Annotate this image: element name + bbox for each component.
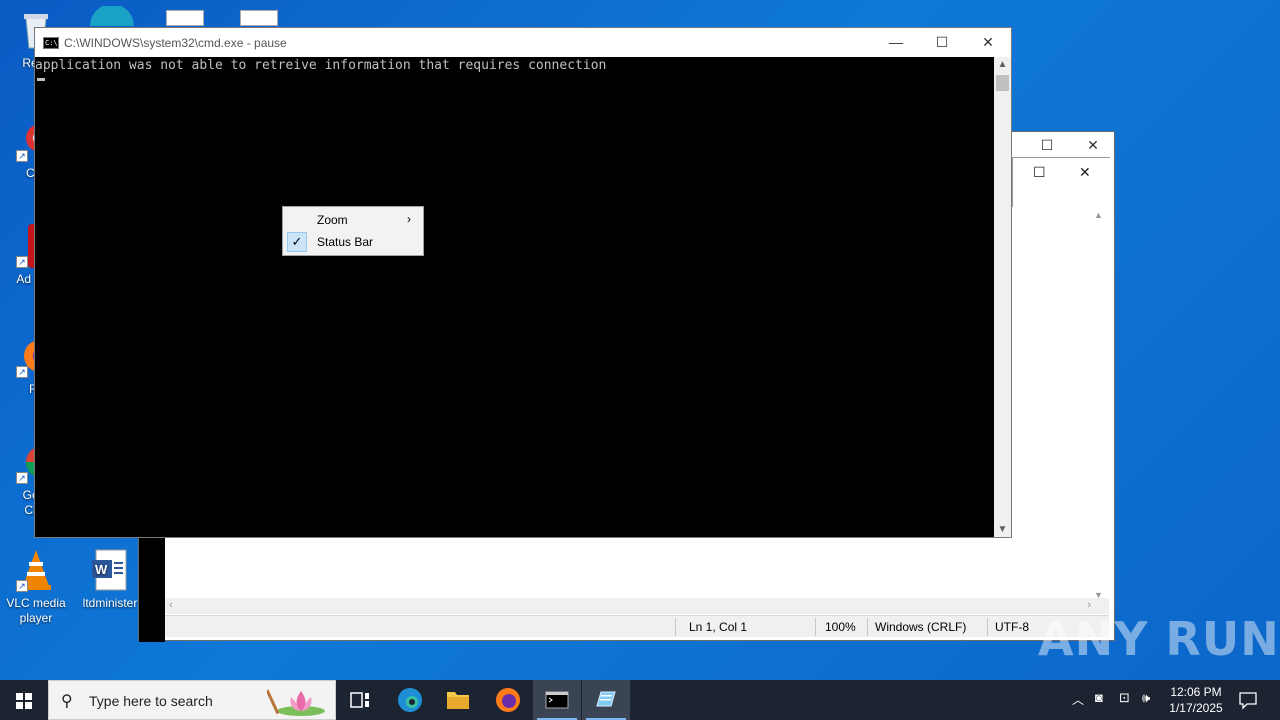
maximize-icon[interactable]: ☐ xyxy=(1037,136,1057,154)
firefox-icon xyxy=(496,688,520,712)
search-highlight-lotus-icon xyxy=(267,689,325,716)
scroll-thumb[interactable] xyxy=(996,75,1009,91)
console-output[interactable]: application was not able to retreive inf… xyxy=(35,57,995,537)
notepad-vertical-scrollbar[interactable]: ▲ ▼ xyxy=(1092,210,1106,600)
edge-desktop-icon-partial[interactable] xyxy=(88,4,136,26)
tray-meet-now[interactable]: ◙ xyxy=(1092,680,1112,720)
network-icon: ⊡ xyxy=(1119,690,1130,705)
taskbar: ⚲ Type here to search ︿ ◙ ⊡ 🕪 12:06 PM 1… xyxy=(0,680,1280,720)
close-icon[interactable]: ✕ xyxy=(1079,164,1091,181)
cmd-title: C:\WINDOWS\system32\cmd.exe - pause xyxy=(64,36,287,50)
scroll-down-icon[interactable]: ▼ xyxy=(994,524,1011,535)
desktop-icon-vlc[interactable]: ↗ VLC media player xyxy=(2,548,70,626)
status-separator xyxy=(987,618,988,636)
status-separator xyxy=(867,618,868,636)
taskbar-file-explorer[interactable] xyxy=(434,680,482,720)
menu-item-label: Zoom xyxy=(317,213,348,227)
notepad-icon xyxy=(596,691,616,707)
clock-date: 1/17/2025 xyxy=(1169,701,1223,715)
menu-item-status-bar[interactable]: ✓ Status Bar xyxy=(285,231,421,253)
chevron-up-icon: ︿ xyxy=(1072,693,1085,707)
search-placeholder: Type here to search xyxy=(89,693,213,709)
show-hidden-icons-button[interactable]: ︿ xyxy=(1068,680,1088,720)
menu-item-zoom[interactable]: Zoom › xyxy=(285,209,421,231)
submenu-arrow-icon: › xyxy=(407,212,411,226)
scroll-right-icon[interactable]: › xyxy=(1087,599,1091,611)
folder-icon xyxy=(447,692,469,709)
menu-item-label: Status Bar xyxy=(317,235,374,249)
notepad-status-bar: Ln 1, Col 1 100% Windows (CRLF) UTF-8 xyxy=(165,615,1109,637)
maximize-button[interactable]: ☐ xyxy=(919,28,965,57)
notepad-inner-frame: ☐ ✕ xyxy=(1012,157,1110,207)
task-view-icon xyxy=(350,692,369,708)
start-button[interactable] xyxy=(0,680,48,720)
close-icon[interactable]: ✕ xyxy=(1083,136,1103,154)
taskbar-clock[interactable]: 12:06 PM 1/17/2025 xyxy=(1160,684,1232,716)
status-encoding: UTF-8 xyxy=(995,620,1029,634)
clock-time: 12:06 PM xyxy=(1170,685,1222,699)
taskbar-firefox[interactable] xyxy=(484,680,532,720)
scroll-left-icon[interactable]: ‹ xyxy=(169,599,173,611)
svg-text:W: W xyxy=(95,562,108,577)
anyrun-watermark: ANY RUN xyxy=(1038,612,1280,666)
close-button[interactable]: ✕ xyxy=(965,28,1011,57)
context-menu: Zoom › ✓ Status Bar xyxy=(282,206,424,256)
status-separator xyxy=(815,618,816,636)
shortcut-arrow-icon: ↗ xyxy=(16,472,28,484)
notepad-horizontal-scrollbar[interactable]: ‹ › xyxy=(165,598,1109,614)
camera-icon: ◙ xyxy=(1095,690,1103,705)
scroll-up-icon[interactable]: ▲ xyxy=(1094,210,1103,220)
status-position: Ln 1, Col 1 xyxy=(689,620,748,634)
tray-volume[interactable]: 🕪 xyxy=(1140,680,1160,720)
shortcut-arrow-icon: ↗ xyxy=(16,150,28,162)
notification-icon xyxy=(1239,692,1257,710)
word-desktop-icon-partial[interactable] xyxy=(166,10,204,26)
desktop-icon-label: VLC media player xyxy=(6,596,66,625)
taskbar-search-box[interactable]: ⚲ Type here to search xyxy=(48,680,336,720)
taskbar-notepad[interactable] xyxy=(582,680,630,720)
desktop-icon-word-doc[interactable]: W ltdminister xyxy=(76,548,144,611)
checkmark-icon: ✓ xyxy=(287,232,307,252)
console-icon xyxy=(545,691,569,709)
console-icon: C:\ xyxy=(43,37,59,49)
maximize-icon[interactable]: ☐ xyxy=(1033,164,1046,181)
console-cursor xyxy=(37,78,45,81)
status-zoom: 100% xyxy=(825,620,856,634)
vlc-cone-icon: ↗ xyxy=(16,548,56,592)
tray-network[interactable]: ⊡ xyxy=(1116,680,1138,720)
scroll-up-icon[interactable]: ▲ xyxy=(994,59,1011,70)
taskbar-cmd[interactable] xyxy=(533,680,581,720)
cmd-window[interactable]: C:\ C:\WINDOWS\system32\cmd.exe - pause … xyxy=(34,27,1012,538)
minimize-button[interactable]: — xyxy=(873,28,919,57)
search-icon: ⚲ xyxy=(61,693,73,710)
status-line-endings: Windows (CRLF) xyxy=(875,620,967,634)
word-desktop-icon-partial-2[interactable] xyxy=(240,10,278,26)
edge-icon xyxy=(398,688,422,712)
word-document-icon: W xyxy=(90,548,130,592)
shortcut-arrow-icon: ↗ xyxy=(16,580,28,592)
shortcut-arrow-icon: ↗ xyxy=(16,256,28,268)
speaker-icon: 🕪 xyxy=(1142,690,1151,705)
cmd-vertical-scrollbar[interactable]: ▲ ▼ xyxy=(994,57,1011,537)
desktop-icon-label: ltdminister xyxy=(82,596,138,610)
task-view-button[interactable] xyxy=(336,680,384,720)
windows-logo-icon xyxy=(16,693,32,709)
shortcut-arrow-icon: ↗ xyxy=(16,366,28,378)
notification-center-button[interactable] xyxy=(1234,680,1262,720)
console-output-line: application was not able to retreive inf… xyxy=(35,58,607,73)
taskbar-edge[interactable] xyxy=(386,680,434,720)
status-separator xyxy=(675,618,676,636)
cmd-titlebar[interactable]: C:\ C:\WINDOWS\system32\cmd.exe - pause … xyxy=(35,28,1011,57)
